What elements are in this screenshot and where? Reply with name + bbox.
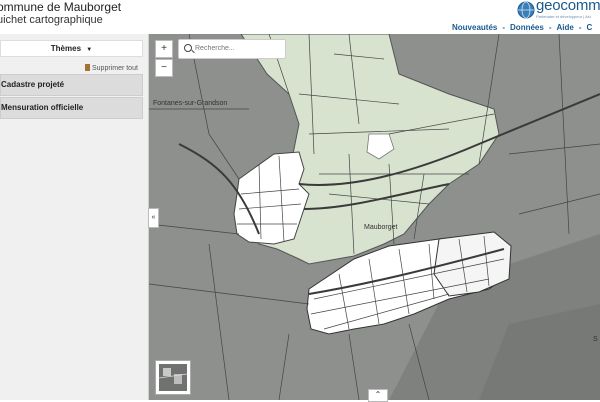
themes-dropdown[interactable]: Thèmes ▼ xyxy=(0,40,143,57)
layer-cadastre-projete[interactable]: Cadastre projeté xyxy=(0,74,143,96)
map-canvas[interactable] xyxy=(149,34,600,400)
place-label-fontanes: Fontanes-sur-Grandson xyxy=(153,100,228,107)
basemap-switcher[interactable] xyxy=(155,360,191,395)
nav-nouveautes[interactable]: Nouveautés xyxy=(452,23,497,32)
expand-panel-button[interactable]: ⌃ xyxy=(368,389,388,402)
nav-donnees[interactable]: Données xyxy=(510,23,544,32)
map-search-box[interactable] xyxy=(178,39,286,59)
layer-label: Mensuration officielle xyxy=(1,103,84,112)
trash-icon xyxy=(85,64,90,71)
caret-down-icon: ▼ xyxy=(86,47,93,53)
delete-all-label: Supprimer tout xyxy=(92,65,138,72)
zoom-out-button[interactable]: − xyxy=(155,59,173,77)
basemap-thumbnail-graphic xyxy=(158,364,188,391)
layer-label: Cadastre projeté xyxy=(1,80,65,89)
zoom-in-button[interactable]: + xyxy=(155,40,173,58)
nav-contact[interactable]: C xyxy=(587,23,593,32)
sidebar: Thèmes ▼ Supprimer tout Cadastre projeté… xyxy=(0,34,149,400)
top-navigation: Nouveautés - Données - Aide - C xyxy=(452,23,592,32)
nav-aide[interactable]: Aide xyxy=(557,23,574,32)
themes-label: Thèmes xyxy=(50,44,82,53)
app-title: ommune de Mauborget xyxy=(0,0,122,14)
app-header: ommune de Mauborget uichet cartographiqu… xyxy=(0,0,600,34)
place-label-mauborget: Mauborget xyxy=(364,224,398,231)
layer-mensuration-officielle[interactable]: Mensuration officielle xyxy=(0,97,143,119)
place-label-edge: S xyxy=(593,336,598,343)
globe-icon xyxy=(517,1,535,19)
app-subtitle: uichet cartographique xyxy=(0,14,103,26)
search-icon xyxy=(184,44,192,52)
logo-text: geocomm xyxy=(536,0,600,14)
basemap-thumbnail xyxy=(158,364,188,391)
logo-tagline: Partenaire et développeur | Asi xyxy=(536,14,591,19)
delete-all-button[interactable]: Supprimer tout xyxy=(85,64,138,72)
nav-separator: - xyxy=(502,23,506,32)
search-input[interactable] xyxy=(195,42,281,55)
map-view[interactable]: Fontanes-sur-Grandson Mauborget S xyxy=(149,34,600,400)
nav-separator: - xyxy=(548,23,552,32)
nav-separator: - xyxy=(578,23,582,32)
collapse-sidebar-button[interactable]: « xyxy=(148,208,159,228)
geocommunes-logo[interactable]: geocomm Partenaire et développeur | Asi xyxy=(517,0,600,24)
